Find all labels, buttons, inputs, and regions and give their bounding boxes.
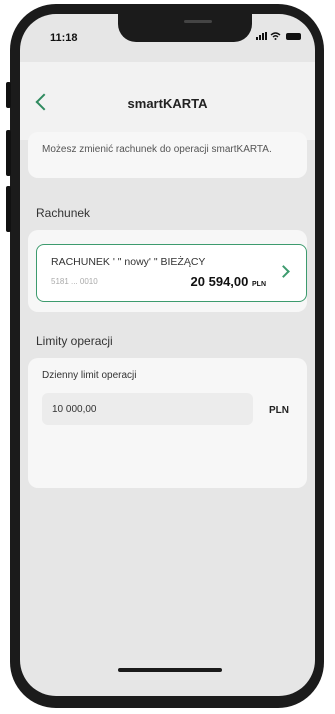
notch: [118, 14, 252, 42]
status-icons: [256, 32, 301, 40]
page-title: smartKARTA: [127, 96, 208, 111]
side-button: [6, 186, 11, 232]
wifi-icon: [270, 32, 281, 40]
limits-card: Dzienny limit operacji PLN: [28, 358, 307, 488]
daily-limit-currency: PLN: [269, 405, 289, 416]
account-number: 5181 ... 0010: [51, 277, 98, 286]
speaker: [184, 20, 212, 23]
chevron-right-icon[interactable]: [277, 265, 290, 278]
account-balance-value: 20 594,00: [190, 274, 249, 289]
info-card: Możesz zmienić rachunek do operacji smar…: [28, 132, 307, 178]
app-screen: 11:18 smartKARTA Możesz zmienić rachunek…: [20, 14, 315, 696]
info-text: Możesz zmienić rachunek do operacji smar…: [42, 144, 272, 155]
status-time: 11:18: [50, 32, 78, 44]
side-button: [6, 82, 11, 108]
daily-limit-label: Dzienny limit operacji: [42, 370, 137, 381]
battery-icon: [286, 32, 301, 40]
limits-section-label: Limity operacji: [36, 334, 113, 348]
home-indicator[interactable]: [118, 668, 222, 672]
account-balance: 20 594,00 PLN: [191, 274, 266, 289]
account-section-label: Rachunek: [36, 206, 91, 220]
side-button: [6, 130, 11, 176]
account-selector[interactable]: RACHUNEK ' " nowy' " BIEŻĄCY 5181 ... 00…: [36, 244, 307, 302]
daily-limit-input[interactable]: [42, 393, 253, 425]
signal-icon: [256, 32, 267, 40]
account-name: RACHUNEK ' " nowy' " BIEŻĄCY: [51, 256, 206, 268]
account-balance-currency: PLN: [252, 281, 266, 288]
